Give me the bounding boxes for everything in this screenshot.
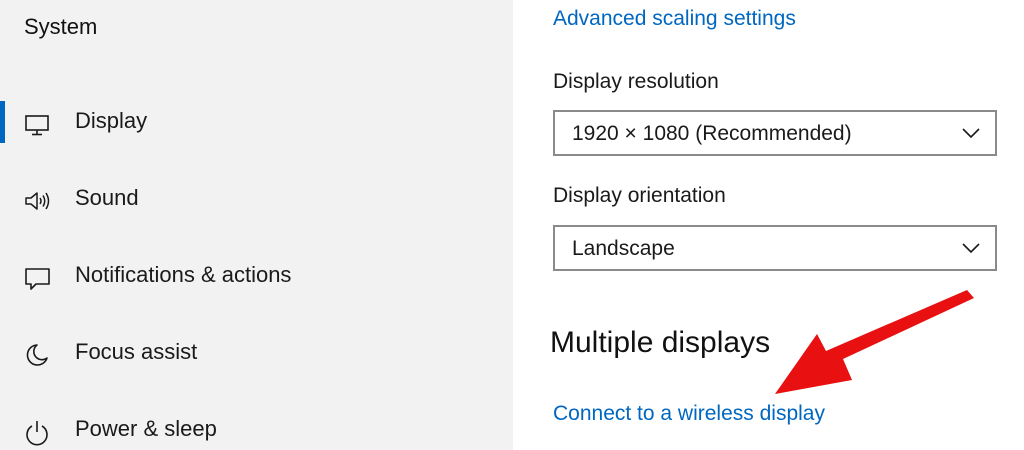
sidebar-item-sound[interactable]: Sound [0,169,513,229]
speaker-icon [22,186,52,216]
chevron-down-icon [961,240,981,256]
display-orientation-value: Landscape [572,237,675,260]
display-orientation-label: Display orientation [553,184,726,207]
display-resolution-dropdown[interactable]: 1920 × 1080 (Recommended) [553,110,997,156]
sidebar-item-focus-assist[interactable]: Focus assist [0,323,513,383]
selection-indicator [0,101,5,143]
advanced-scaling-link[interactable]: Advanced scaling settings [553,7,796,31]
sidebar-item-label: Power & sleep [75,416,217,441]
sidebar: System Display Sound Notifications & act… [0,0,513,450]
sidebar-item-notifications[interactable]: Notifications & actions [0,246,513,306]
display-orientation-dropdown[interactable]: Landscape [553,225,997,271]
power-icon [22,417,52,447]
settings-window: System Display Sound Notifications & act… [0,0,1024,450]
main-content: Advanced scaling settings Display resolu… [513,0,1024,450]
chevron-down-icon [961,125,981,141]
connect-wireless-display-link[interactable]: Connect to a wireless display [553,402,825,426]
sidebar-item-power-sleep[interactable]: Power & sleep [0,400,513,450]
multiple-displays-heading: Multiple displays [550,326,771,359]
display-resolution-label: Display resolution [553,70,719,93]
monitor-icon [22,109,52,139]
notification-icon [22,263,52,293]
sidebar-item-label: Sound [75,185,139,210]
sidebar-item-label: Focus assist [75,339,198,364]
display-resolution-value: 1920 × 1080 (Recommended) [572,122,852,145]
moon-icon [22,340,52,370]
sidebar-item-display[interactable]: Display [0,92,513,152]
sidebar-item-label: Notifications & actions [75,262,292,287]
sidebar-title: System [24,14,98,39]
sidebar-item-label: Display [75,108,148,133]
